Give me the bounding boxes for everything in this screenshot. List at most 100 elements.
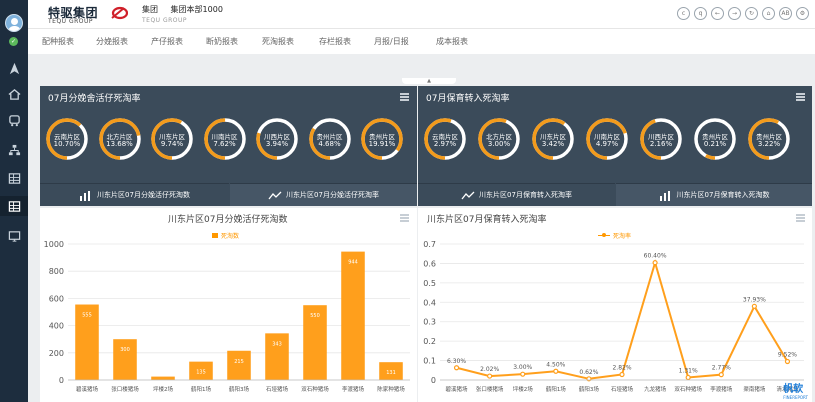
bar-value-label: 550 (310, 313, 320, 319)
region-gauge[interactable]: 贵州片区 0.21% (693, 117, 737, 161)
region-gauge[interactable]: 川南片区 7.62% (203, 117, 247, 161)
header-tool-icon[interactable]: c (677, 7, 690, 20)
x-tick-label: 碧溪猪场 (446, 385, 469, 393)
line-point[interactable] (453, 365, 460, 371)
sidebar-item-monitor-icon[interactable] (0, 226, 28, 246)
x-tick-label: 双石种猪场 (301, 385, 329, 393)
tab-report[interactable]: 死淘报表 (262, 36, 294, 47)
region-gauge[interactable]: 贵州片区 19.91% (360, 117, 404, 161)
gauge-value: 4.97% (595, 140, 619, 148)
bar[interactable] (151, 376, 175, 380)
bar-chart-svg: 02004006008001000555碧溪猪场300张口楼猪场 25坪楼2场13… (44, 240, 410, 393)
bar-value-label: 131 (386, 370, 396, 376)
header-tool-icon[interactable]: → (728, 7, 741, 20)
user-avatar[interactable] (5, 14, 23, 32)
bar[interactable] (227, 350, 251, 380)
region-gauge[interactable]: 北方片区 3.00% (477, 117, 521, 161)
bar[interactable] (113, 339, 137, 380)
sidebar-item-report-icon[interactable] (0, 196, 28, 216)
bar-value-label: 135 (196, 370, 206, 376)
region-gauge[interactable]: 川东片区 3.42% (531, 117, 575, 161)
header-tool-icon[interactable]: ⚙ (796, 7, 809, 20)
left-subtab-count-label: 川东片区07月分娩活仔死淘数 (97, 191, 190, 199)
collapse-toggle[interactable]: ▲ (402, 78, 456, 84)
y-tick-label: 800 (49, 267, 64, 276)
sidebar-item-sitemap-icon[interactable] (0, 140, 28, 160)
header-tool-icon[interactable]: AB (779, 7, 792, 20)
x-tick-label: 坪楼2场 (513, 385, 533, 393)
region-gauge[interactable]: 川西片区 3.94% (255, 117, 299, 161)
gauge-value: 19.91% (368, 140, 396, 148)
x-tick-label: 九龙猪场 (644, 385, 667, 393)
point-value-label: 3.00% (513, 364, 532, 371)
y-tick-label: 0 (431, 376, 436, 385)
gauge-value: 13.68% (106, 140, 133, 148)
line-point[interactable] (784, 358, 791, 365)
x-tick-label: 双石种猪场 (674, 385, 702, 393)
line-point[interactable] (718, 372, 724, 378)
bar-chart-card: 川东片区07月分娩活仔死淘数 死淘数 0 200 400 600 800 1000 555 碧… (40, 208, 417, 402)
gauge-value: 2.16% (649, 140, 673, 148)
dept-name[interactable]: 集团本部1000 (171, 5, 223, 14)
org-name[interactable]: 集团 (142, 5, 158, 14)
region-gauge[interactable]: 北方片区 13.68% (98, 117, 142, 161)
tab-report[interactable]: 存栏报表 (319, 36, 351, 47)
tab-report[interactable]: 分娩报表 (96, 36, 128, 47)
watermark-text: 帆软 (783, 384, 804, 395)
right-subtab-count-label: 川东片区07月保育转入死淘数 (676, 191, 770, 199)
tab-report[interactable]: 成本报表 (436, 36, 468, 47)
left-subtab-count[interactable]: 川东片区07月分娩活仔死淘数 (40, 183, 229, 206)
region-gauge[interactable]: 贵州片区 3.22% (747, 117, 791, 161)
bar-value-label: 300 (120, 347, 130, 353)
report-tab-bar: 配种报表 分娩报表 产仔报表 断奶报表 死淘报表 存栏报表 月报/日报 成本报表 (28, 28, 815, 54)
point-value-label: 4.50% (546, 361, 565, 368)
header-toolbar: c q ← → ↻ ⌂ AB ⚙ (677, 7, 809, 20)
point-value-label: 2.02% (480, 366, 499, 373)
menu-icon[interactable] (400, 93, 409, 101)
header-tool-icon[interactable]: q (694, 7, 707, 20)
line-chart-svg: 0 0.1 0.2 0.3 0.4 0.5 0.6 0.7 6.30% 碧溪猪场 2.02% 张口楼猪… (423, 240, 804, 393)
line-point[interactable] (553, 368, 559, 374)
bar[interactable] (265, 333, 289, 380)
gauge-value: 7.62% (213, 140, 236, 148)
header-tool-icon[interactable]: ← (711, 7, 724, 20)
right-subtab-rate[interactable]: 川东片区07月保育转入死淘率 (418, 183, 615, 206)
region-gauge[interactable]: 云南片区 2.97% (423, 117, 467, 161)
point-value-label: 2.77% (712, 365, 731, 372)
tab-report[interactable]: 断奶报表 (206, 36, 238, 47)
y-tick-label: 400 (49, 322, 64, 331)
header-tool-icon[interactable]: ↻ (745, 7, 758, 20)
x-tick-label: 李渡猪场 (342, 385, 365, 393)
point-value-label: 9.52% (778, 352, 797, 359)
sidebar-item-table-icon[interactable] (0, 168, 28, 188)
line-point[interactable] (487, 373, 493, 379)
app-root: ✓ 特驱集团 TEQU GROUP 集团 集团本部1000 TEQU GROUP… (0, 0, 815, 402)
tab-report[interactable]: 配种报表 (42, 36, 74, 47)
line-point[interactable] (685, 374, 691, 381)
region-gauge[interactable]: 云南片区 10.70% (45, 117, 89, 161)
tab-report[interactable]: 产仔报表 (151, 36, 183, 47)
bar[interactable] (341, 251, 365, 380)
tab-report[interactable]: 月报/日报 (374, 36, 409, 47)
region-gauge[interactable]: 川南片区 4.97% (585, 117, 629, 161)
line-point[interactable] (619, 371, 625, 378)
left-subtab-rate[interactable]: 川东片区07月分娩活仔死淘率 (230, 183, 417, 206)
region-gauge[interactable]: 川西片区 2.16% (639, 117, 683, 161)
x-tick-label: 张口楼猪场 (476, 385, 504, 393)
header-tool-icon[interactable]: ⌂ (762, 7, 775, 20)
x-tick-label: 石垭猪场 (611, 385, 634, 393)
right-subtab-count[interactable]: 川东片区07月保育转入死淘数 (616, 183, 812, 206)
y-tick-label: 0 (59, 376, 64, 385)
region-gauge[interactable]: 贵州片区 4.68% (308, 117, 352, 161)
menu-icon[interactable] (796, 93, 805, 101)
line-point[interactable] (652, 260, 658, 266)
line-point[interactable] (751, 303, 757, 309)
point-value-label: 6.30% (447, 358, 466, 365)
sidebar-item-home-icon[interactable] (0, 84, 28, 104)
right-subtab-rate-label: 川东片区07月保育转入死淘率 (479, 191, 572, 199)
sidebar-item-transport-icon[interactable] (0, 110, 28, 130)
sidebar-item-navigate-icon[interactable] (0, 58, 28, 78)
region-gauge[interactable]: 川东片区 9.74% (150, 117, 194, 161)
series-line (456, 259, 789, 380)
line-point[interactable] (520, 371, 526, 377)
